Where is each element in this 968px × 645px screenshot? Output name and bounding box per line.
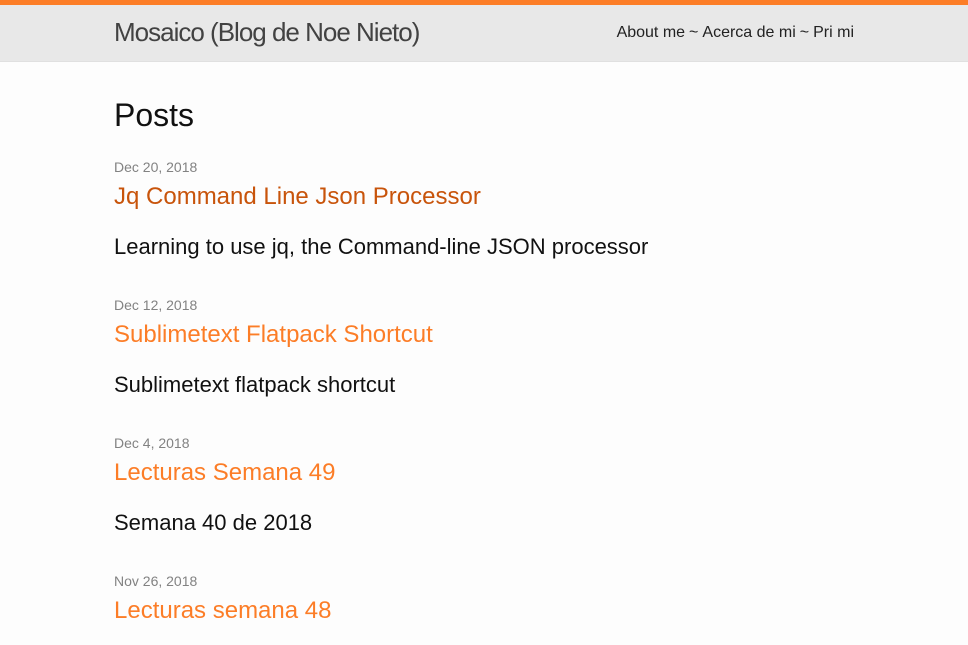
post-excerpt: Learning to use jq, the Command-line JSO…: [114, 234, 649, 259]
nav-link-pri-mi[interactable]: Pri mi: [813, 24, 854, 41]
site-nav: About me ~ Acerca de mi ~ Pri mi: [617, 24, 854, 42]
list-item: Dec 4, 2018 Lecturas Semana 49 Semana 40…: [114, 435, 854, 536]
nav-separator: ~: [799, 24, 810, 41]
post-list: Dec 20, 2018 Jq Command Line Json Proces…: [114, 159, 854, 625]
site-title-link[interactable]: Mosaico (Blog de Noe Nieto): [114, 17, 420, 48]
page-title: Posts: [114, 97, 195, 133]
main-content: Posts Dec 20, 2018 Jq Command Line Json …: [114, 97, 854, 625]
nav-link-acerca-de-mi[interactable]: Acerca de mi: [702, 24, 795, 41]
post-date: Dec 20, 2018: [114, 159, 198, 175]
post-excerpt: Semana 40 de 2018: [114, 510, 313, 535]
post-title-link[interactable]: Jq Command Line Json Processor: [114, 183, 854, 211]
post-date: Nov 26, 2018: [114, 573, 198, 589]
post-excerpt: Sublimetext flatpack shortcut: [114, 372, 396, 397]
post-date: Dec 4, 2018: [114, 435, 190, 451]
post-title-link[interactable]: Lecturas semana 48: [114, 597, 854, 625]
post-title-link[interactable]: Lecturas Semana 49: [114, 459, 854, 487]
post-title-link[interactable]: Sublimetext Flatpack Shortcut: [114, 321, 854, 349]
post-date: Dec 12, 2018: [114, 297, 198, 313]
list-item: Dec 12, 2018 Sublimetext Flatpack Shortc…: [114, 297, 854, 398]
list-item: Nov 26, 2018 Lecturas semana 48: [114, 573, 854, 625]
nav-link-about-me[interactable]: About me: [617, 24, 685, 41]
list-item: Dec 20, 2018 Jq Command Line Json Proces…: [114, 159, 854, 260]
nav-separator: ~: [689, 24, 699, 41]
site-header: Mosaico (Blog de Noe Nieto) About me ~ Ace…: [0, 5, 968, 62]
